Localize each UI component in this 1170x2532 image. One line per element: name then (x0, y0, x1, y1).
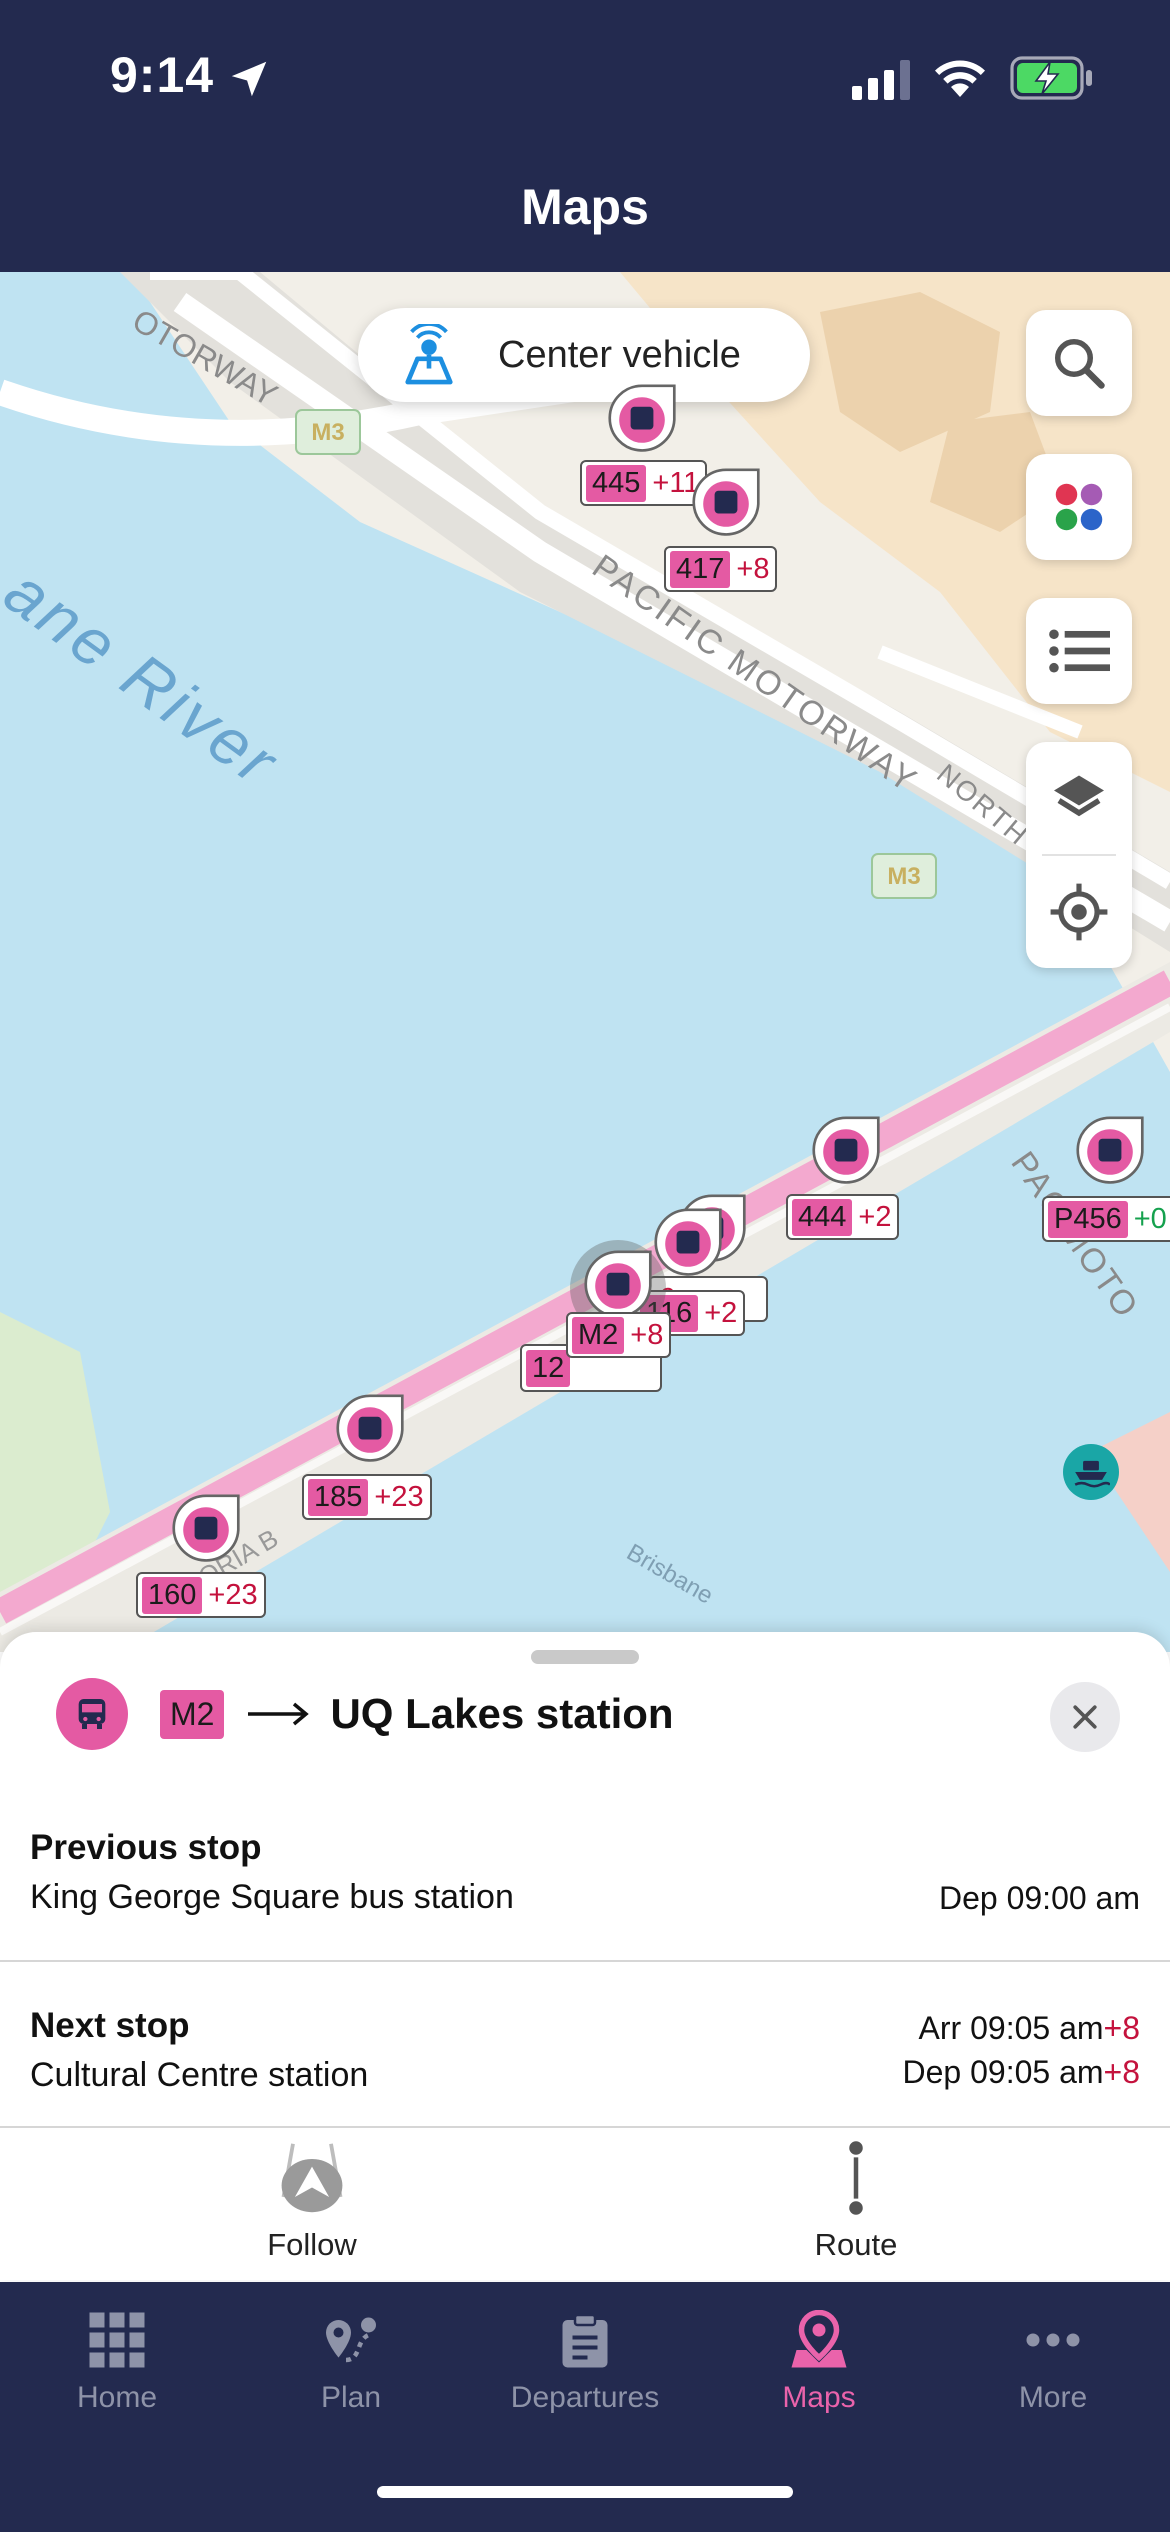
top-bar: 9:14 Maps (0, 0, 1170, 272)
transport-modes-button[interactable] (1026, 454, 1132, 560)
divider (0, 1960, 1170, 1962)
list-button[interactable] (1026, 598, 1132, 704)
home-indicator[interactable] (377, 2486, 793, 2498)
map-view[interactable]: OTORWAY PACIFIC MOTORWAY NORTH Q PAC MOT… (0, 272, 1170, 1652)
map-pin-icon (791, 2309, 847, 2368)
destination-title: UQ Lakes station (330, 1690, 674, 1737)
more-dots-icon (1026, 2333, 1080, 2347)
previous-stop-heading: Previous stop (30, 1828, 262, 1867)
color-dots-icon (1055, 483, 1103, 531)
my-location-button[interactable] (1026, 856, 1132, 968)
previous-stop-departure: Dep 09:00 am (938, 1880, 1140, 1916)
svg-text:M3: M3 (311, 419, 344, 446)
close-icon (1073, 1705, 1097, 1729)
bus-pin-icon[interactable] (808, 1114, 884, 1190)
divider (0, 2126, 1170, 2128)
tab-home[interactable]: Home (0, 2282, 234, 2432)
follow-icon (281, 2143, 343, 2213)
battery-charging-icon (1010, 56, 1092, 100)
next-stop-departure: Dep 09:05 am+8 (902, 2054, 1141, 2090)
bus-pin-icon[interactable] (604, 382, 680, 458)
map-controls-group (1026, 742, 1132, 968)
bus-pin-icon[interactable] (688, 466, 764, 542)
location-arrow-icon (231, 61, 267, 97)
vehicle-tag-417[interactable]: 417 +8 (664, 546, 778, 592)
tab-more[interactable]: More (936, 2282, 1170, 2432)
bus-pin-icon[interactable] (332, 1392, 408, 1468)
tab-plan-label: Plan (320, 2381, 382, 2414)
search-icon (1055, 339, 1105, 389)
route-chip: M2 (160, 1689, 225, 1739)
route-label: Route (814, 2227, 898, 2262)
vehicle-location-icon (405, 324, 453, 385)
tab-maps[interactable]: Maps (702, 2282, 936, 2432)
svg-text:M3: M3 (887, 863, 920, 890)
page-title: Maps (521, 179, 649, 235)
center-vehicle-label: Center vehicle (498, 333, 741, 376)
close-button[interactable] (1050, 1682, 1120, 1752)
list-icon (1049, 629, 1110, 673)
plan-route-icon (326, 2317, 376, 2363)
vehicle-tag-p456[interactable]: P456 +0 (1042, 1196, 1170, 1242)
layers-button[interactable] (1026, 742, 1132, 854)
vehicle-tag-185[interactable]: 185 +23 (302, 1474, 432, 1520)
grid-icon (89, 2312, 145, 2368)
arrow-right-icon (248, 1702, 310, 1726)
ferry-icon[interactable] (1063, 1444, 1119, 1500)
bus-pin-icon[interactable] (1072, 1114, 1148, 1190)
tab-home-label: Home (76, 2381, 158, 2414)
status-time: 9:14 (110, 47, 215, 103)
previous-stop[interactable]: Previous stop King George Square bus sta… (30, 1828, 1140, 1917)
vehicle-tag-m2[interactable]: M2 +8 (566, 1312, 672, 1358)
vehicle-tag-160[interactable]: 160 +23 (136, 1572, 266, 1618)
wifi-icon (935, 60, 985, 97)
tab-more-label: More (1018, 2381, 1088, 2414)
center-vehicle-button[interactable]: Center vehicle (358, 308, 810, 402)
cellular-signal-icon (852, 60, 910, 100)
tab-maps-label: Maps (782, 2381, 856, 2414)
svg-text:ane River: ane River (0, 553, 293, 800)
vehicle-tag-444[interactable]: 444 +2 (786, 1194, 900, 1240)
tab-departures[interactable]: Departures (468, 2282, 702, 2432)
svg-text:Brisbane: Brisbane (622, 1539, 718, 1610)
route-line-icon (849, 2141, 863, 2215)
layers-icon (1054, 775, 1104, 817)
crosshair-icon (1050, 883, 1108, 941)
trip-header: M2 UQ Lakes station (56, 1678, 674, 1750)
tab-departures-label: Departures (510, 2381, 660, 2414)
bus-pin-icon[interactable] (168, 1492, 244, 1568)
sheet-grabber[interactable] (531, 1650, 639, 1664)
route-button[interactable]: Route (706, 2140, 1006, 2263)
follow-button[interactable]: Follow (162, 2140, 462, 2263)
follow-label: Follow (267, 2227, 357, 2262)
next-stop-arrival: Arr 09:05 am+8 (918, 2010, 1140, 2046)
next-stop[interactable]: Next stop Cultural Centre station Arr 09… (30, 2006, 1140, 2095)
tab-plan[interactable]: Plan (234, 2282, 468, 2432)
bus-icon (56, 1678, 128, 1750)
search-button[interactable] (1026, 310, 1132, 416)
departures-clipboard-icon (562, 2313, 608, 2368)
